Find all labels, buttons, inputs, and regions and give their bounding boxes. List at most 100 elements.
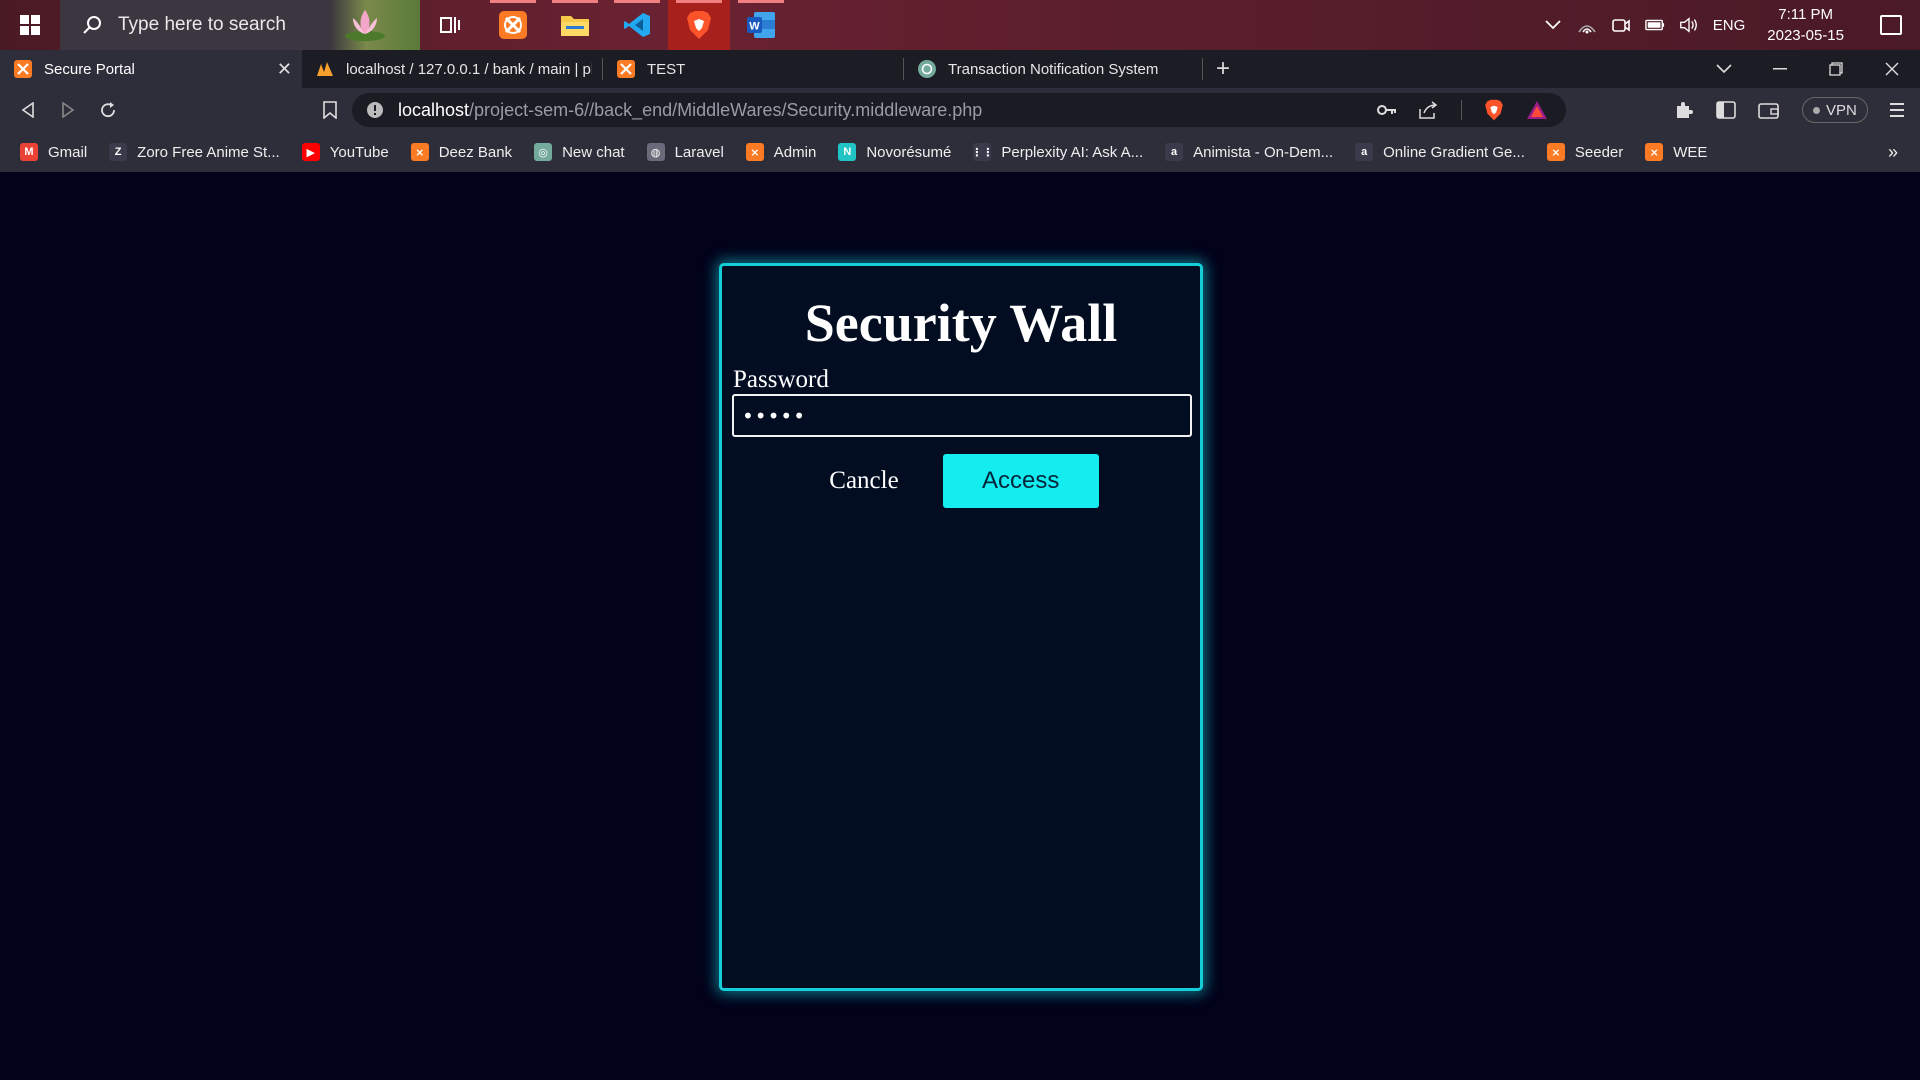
bookmark-label: Deez Bank <box>438 143 513 161</box>
bookmark-item[interactable]: ⨯ Admin <box>745 143 816 161</box>
search-icon <box>83 16 101 34</box>
tab-secure-portal[interactable]: Secure Portal ✕ <box>0 50 302 88</box>
more-bookmarks-icon[interactable]: » <box>1888 142 1898 163</box>
bookmark-button[interactable] <box>310 88 350 132</box>
taskbar-word[interactable]: W <box>730 0 792 50</box>
bookmark-item[interactable]: ⨯ WEE <box>1645 143 1707 161</box>
bookmark-item[interactable]: N Novorésumé <box>838 143 951 161</box>
close-icon[interactable]: ✕ <box>277 59 292 80</box>
xampp-icon <box>14 60 32 78</box>
xampp-icon: ⨯ <box>1645 143 1664 161</box>
battery-icon[interactable] <box>1644 15 1665 35</box>
clock-time: 7:11 PM <box>1778 6 1833 23</box>
xampp-icon <box>499 11 527 39</box>
extensions-icon[interactable] <box>1674 100 1694 120</box>
bookmark-item[interactable]: ▶ YouTube <box>301 143 389 161</box>
taskbar-xampp[interactable] <box>482 0 544 50</box>
zoro-icon: Z <box>109 143 128 161</box>
password-input[interactable]: ••••• <box>732 394 1192 437</box>
bookmark-item[interactable]: ◎ New chat <box>534 143 625 161</box>
bookmark-item[interactable]: a Online Gradient Ge... <box>1355 143 1525 161</box>
volume-icon[interactable] <box>1679 15 1699 35</box>
vpn-button[interactable]: VPN <box>1802 97 1868 123</box>
search-placeholder: Type here to search <box>118 14 286 35</box>
bookmark-item[interactable]: Z Zoro Free Anime St... <box>109 143 280 161</box>
tab-transaction-notification[interactable]: Transaction Notification System <box>904 50 1202 88</box>
forward-button[interactable] <box>48 88 88 132</box>
share-icon[interactable] <box>1419 101 1439 119</box>
taskbar-file-explorer[interactable] <box>544 0 606 50</box>
clock[interactable]: 7:11 PM 2023-05-15 <box>1767 4 1844 46</box>
bookmark-item[interactable]: ⋮⋮ Perplexity AI: Ask A... <box>971 143 1144 161</box>
access-button[interactable]: Access <box>942 454 1099 508</box>
browser-toolbar: localhost/project-sem-6//back_end/Middle… <box>0 88 1920 132</box>
chevron-up-icon[interactable] <box>1543 15 1563 35</box>
tab-test[interactable]: TEST <box>603 50 903 88</box>
vscode-icon <box>624 13 650 37</box>
bookmark-item[interactable]: a Animista - On-Dem... <box>1165 143 1333 161</box>
bookmark-item[interactable]: M Gmail <box>20 143 87 161</box>
back-button[interactable] <box>8 88 48 132</box>
cancel-button[interactable]: Cancle <box>829 467 898 495</box>
bookmark-label: New chat <box>562 143 625 161</box>
bookmark-item[interactable]: ⨯ Seeder <box>1546 143 1624 161</box>
wallet-icon[interactable] <box>1758 101 1780 119</box>
close-window-button[interactable] <box>1864 50 1920 88</box>
new-tab-button[interactable]: + <box>1203 50 1243 88</box>
bookmark-label: Perplexity AI: Ask A... <box>1001 143 1144 161</box>
clock-date: 2023-05-15 <box>1767 27 1844 44</box>
windows-icon <box>20 15 40 35</box>
taskbar-brave[interactable] <box>668 0 730 50</box>
url-host: localhost <box>398 99 470 120</box>
password-label: Password <box>733 366 829 393</box>
taskbar-vscode[interactable] <box>606 0 668 50</box>
notification-icon[interactable] <box>1880 15 1902 35</box>
key-icon[interactable] <box>1377 104 1397 116</box>
bookmark-item[interactable]: ⨯ Deez Bank <box>410 143 513 161</box>
start-button[interactable] <box>0 0 60 50</box>
menu-icon[interactable] <box>1889 102 1904 118</box>
address-bar[interactable]: localhost/project-sem-6//back_end/Middle… <box>352 93 1566 127</box>
youtube-icon: ▶ <box>301 143 320 161</box>
bookmark-label: Seeder <box>1574 143 1624 161</box>
forward-arrow-icon <box>62 102 75 118</box>
reload-button[interactable] <box>88 88 128 132</box>
wifi-icon[interactable] <box>1577 15 1597 35</box>
brave-shields-icon[interactable] <box>1484 99 1504 121</box>
tab-search-button[interactable] <box>1696 50 1752 88</box>
xampp-icon: ⨯ <box>1546 143 1565 161</box>
gradient-icon: a <box>1355 143 1374 161</box>
info-icon <box>367 102 383 118</box>
windows-taskbar: Type here to search W ENG 7:11 PM 2023-0… <box>0 0 1920 50</box>
tab-title: TEST <box>647 60 686 78</box>
restore-button[interactable] <box>1808 50 1864 88</box>
meet-now-icon[interactable] <box>1611 15 1631 35</box>
animista-icon: a <box>1165 143 1184 161</box>
browser-tab-strip: Secure Portal ✕ localhost / 127.0.0.1 / … <box>0 50 1920 88</box>
bookmark-icon <box>323 101 337 119</box>
xampp-icon: ⨯ <box>745 143 764 161</box>
xampp-icon <box>617 60 635 78</box>
system-tray: ENG 7:11 PM 2023-05-15 <box>1543 0 1920 50</box>
language-indicator[interactable]: ENG <box>1713 17 1746 34</box>
bookmark-label: Zoro Free Anime St... <box>137 143 280 161</box>
gmail-icon: M <box>20 143 38 161</box>
bookmark-label: YouTube <box>329 143 389 161</box>
bookmark-label: Gmail <box>48 143 88 161</box>
bookmark-item[interactable]: ◍ Laravel <box>646 143 724 161</box>
bookmark-label: Laravel <box>674 143 724 161</box>
security-card: Security Wall Password ••••• Cancle Acce… <box>719 263 1203 991</box>
minimize-button[interactable] <box>1752 50 1808 88</box>
task-view-button[interactable] <box>420 0 482 50</box>
tab-phpmyadmin[interactable]: localhost / 127.0.0.1 / bank / main | ph <box>302 50 602 88</box>
sidebar-icon[interactable] <box>1716 101 1736 119</box>
novoresume-icon: N <box>838 143 857 161</box>
openai-icon: ◎ <box>534 143 553 161</box>
brave-rewards-icon[interactable] <box>1526 100 1548 120</box>
grid-icon: ⋮⋮ <box>971 143 993 161</box>
restore-icon <box>1829 62 1843 76</box>
close-icon <box>1885 62 1899 76</box>
taskbar-search[interactable]: Type here to search <box>60 0 420 50</box>
page-content: Security Wall Password ••••• Cancle Acce… <box>0 172 1920 1080</box>
openai-icon <box>918 60 936 78</box>
